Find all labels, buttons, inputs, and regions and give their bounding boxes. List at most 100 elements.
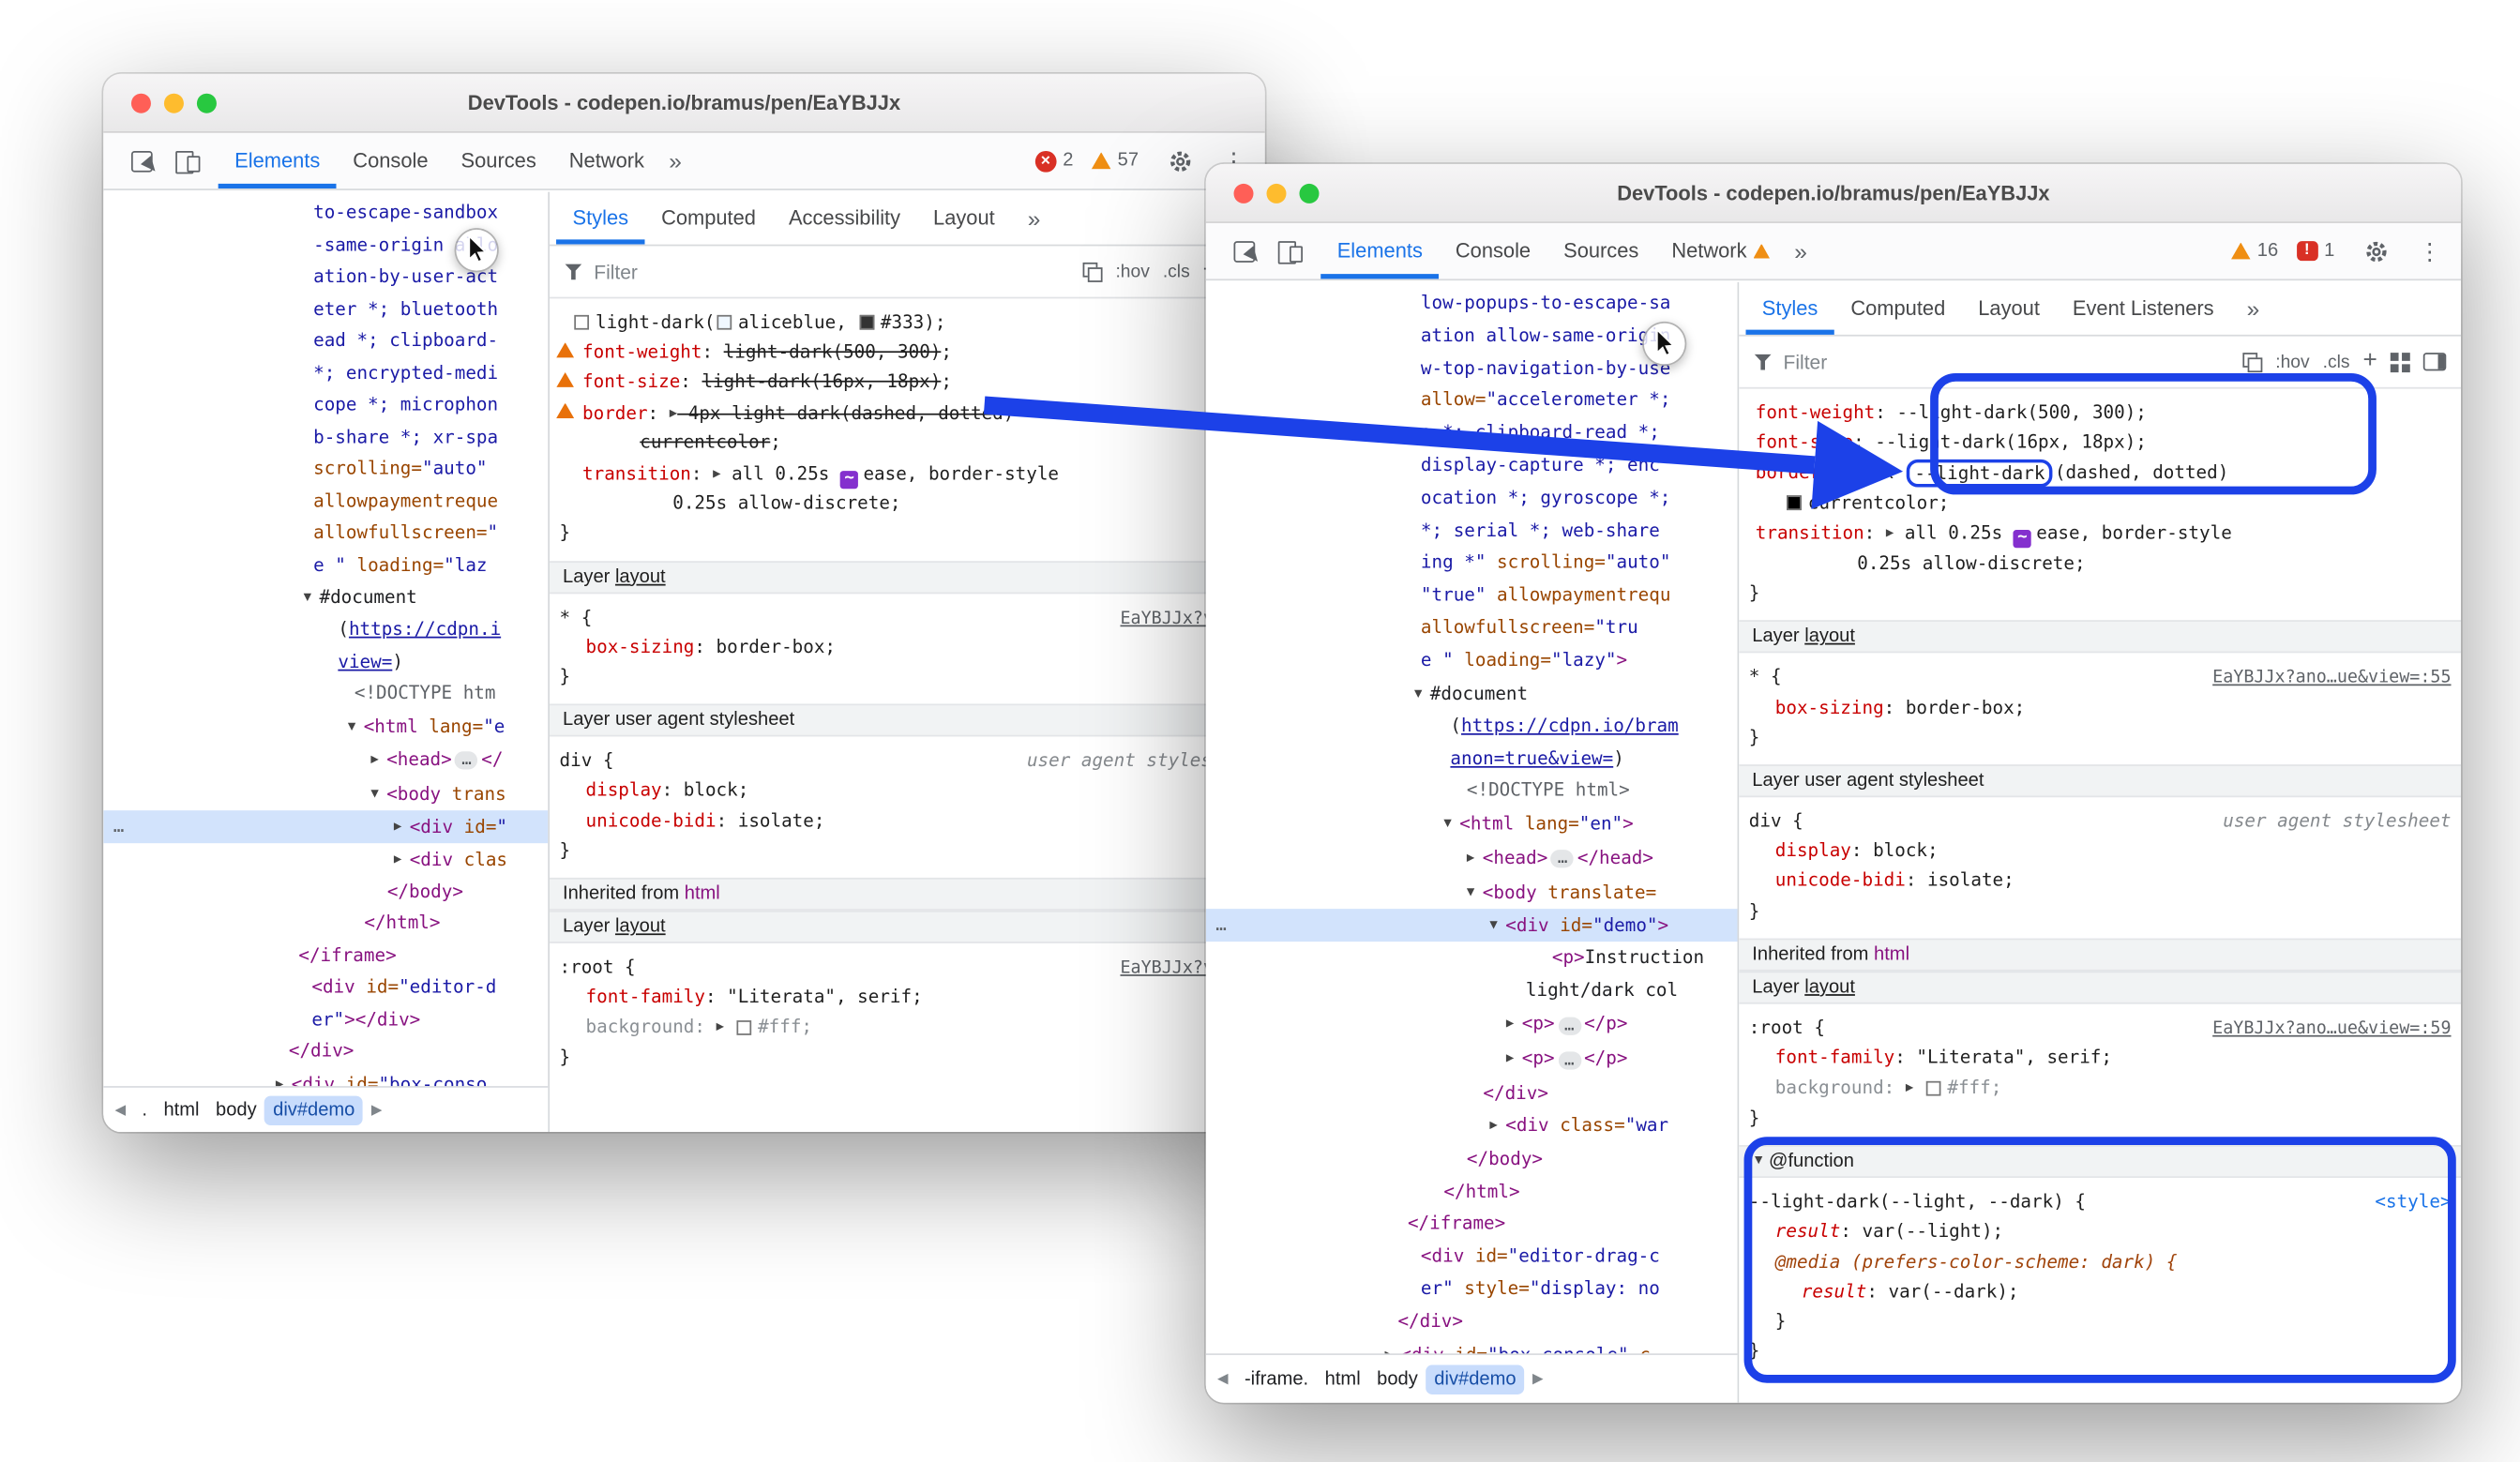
style-declaration[interactable]: }: [550, 1044, 1265, 1074]
style-declaration[interactable]: 0.25s allow-discrete;: [1739, 550, 2461, 580]
color-swatch[interactable]: [574, 315, 589, 330]
crumb-html[interactable]: html: [156, 1095, 208, 1124]
dom-node[interactable]: ▶ <div id="box-conso: [103, 1067, 548, 1086]
dom-node[interactable]: ▶ <div id="box-console" c: [1206, 1338, 1738, 1354]
style-declaration[interactable]: border: ▶ 4px --light-dark(dashed, dotte…: [1739, 459, 2461, 490]
bezier-editor-icon[interactable]: ~: [840, 470, 858, 488]
crumb-scroll-left-icon[interactable]: ◀: [107, 1101, 134, 1119]
dom-node[interactable]: a *; clipboard-read *;: [1206, 417, 1738, 450]
style-declaration[interactable]: @media (prefers-color-scheme: dark) {: [1739, 1247, 2461, 1277]
crumb--[interactable]: .: [134, 1095, 156, 1124]
tab-console[interactable]: Console: [1439, 223, 1547, 279]
dom-node[interactable]: ocation *; gyroscope *;: [1206, 482, 1738, 515]
dom-node[interactable]: ing *" scrolling="auto": [1206, 547, 1738, 580]
titlebar[interactable]: DevTools - codepen.io/bramus/pen/EaYBJJx: [1206, 164, 2461, 223]
close-button[interactable]: [1234, 183, 1254, 203]
tab-elements[interactable]: Elements: [219, 133, 337, 188]
tab-sources[interactable]: Sources: [1547, 223, 1655, 279]
style-declaration[interactable]: 0.25s allow-discrete;: [550, 490, 1265, 520]
ellipsis-badge[interactable]: …: [1558, 1017, 1581, 1034]
layer-link[interactable]: layout: [615, 917, 666, 937]
element-states-icon[interactable]: [1082, 262, 1102, 281]
crumb-scroll-right-icon[interactable]: ▶: [1524, 1370, 1551, 1388]
crumb-div-demo[interactable]: div#demo: [264, 1095, 363, 1124]
dock-side-icon[interactable]: [2423, 353, 2446, 370]
style-declaration[interactable]: }: [1739, 1104, 2461, 1134]
dom-node[interactable]: </html>: [1206, 1175, 1738, 1208]
new-style-rule-button[interactable]: +: [2362, 346, 2377, 374]
minimize-button[interactable]: [1266, 183, 1286, 203]
toggle-hover-button[interactable]: :hov: [1115, 262, 1149, 281]
dom-node[interactable]: </html>: [103, 907, 548, 939]
color-swatch[interactable]: [859, 315, 874, 330]
dom-node[interactable]: ▶ <head>…</: [103, 743, 548, 777]
style-declaration[interactable]: }: [550, 520, 1265, 550]
crumb-scroll-right-icon[interactable]: ▶: [363, 1101, 390, 1119]
style-declaration[interactable]: div {user agent stylesheet: [550, 746, 1265, 776]
dom-node[interactable]: "true" allowpaymentrequ: [1206, 580, 1738, 612]
zoom-button[interactable]: [197, 93, 217, 113]
device-toolbar-icon[interactable]: [175, 150, 200, 172]
dom-node[interactable]: e " loading="laz: [103, 549, 548, 580]
crumb-body[interactable]: body: [207, 1095, 264, 1124]
style-declaration[interactable]: div {user agent stylesheet: [1739, 807, 2461, 837]
style-declaration[interactable]: transition: ▶ all 0.25s ~ease, border-st…: [1739, 519, 2461, 550]
zoom-button[interactable]: [1299, 183, 1319, 203]
more-panels-icon[interactable]: »: [660, 147, 689, 173]
style-declaration[interactable]: font-size: --light-dark(16px, 18px);: [1739, 429, 2461, 459]
crumb-scroll-left-icon[interactable]: ◀: [1209, 1370, 1236, 1388]
dom-node[interactable]: ▶ <head>…</head>: [1206, 841, 1738, 876]
resource-link[interactable]: anon=true&view=: [1450, 747, 1613, 769]
dom-node[interactable]: </div>: [1206, 1078, 1738, 1110]
color-swatch[interactable]: [1787, 495, 1802, 510]
dom-node-selected[interactable]: …▼ <div id="demo">: [1206, 909, 1738, 942]
dom-node[interactable]: b-share *; xr-spa: [103, 421, 548, 453]
dom-node[interactable]: *; encrypted-medi: [103, 356, 548, 388]
dom-node[interactable]: ▶ <div class="war: [1206, 1109, 1738, 1143]
dom-node[interactable]: <div id="editor-drag-c: [1206, 1241, 1738, 1274]
dom-node[interactable]: </body>: [1206, 1143, 1738, 1176]
inspect-element-icon[interactable]: [131, 150, 153, 172]
dom-node[interactable]: ▼ <html lang="en">: [1206, 807, 1738, 841]
color-swatch[interactable]: [717, 315, 732, 330]
dom-node[interactable]: ▶ <p>…</p>: [1206, 1007, 1738, 1042]
filter-input[interactable]: Filter: [1784, 350, 1828, 372]
minimize-button[interactable]: [164, 93, 184, 113]
dom-node[interactable]: allow="accelerometer *;: [1206, 384, 1738, 417]
style-declaration[interactable]: box-sizing: border-box;: [1739, 693, 2461, 723]
dom-node[interactable]: ▶ <p>…</p>: [1206, 1042, 1738, 1077]
node-link[interactable]: html: [685, 884, 720, 904]
dom-node[interactable]: display-capture *; enc: [1206, 449, 1738, 482]
dom-node[interactable]: </iframe>: [103, 940, 548, 972]
dom-node[interactable]: anon=true&view=): [1206, 743, 1738, 776]
console-warning-badge[interactable]: 16: [2231, 241, 2278, 261]
dom-node[interactable]: <div id="editor-d: [103, 972, 548, 1003]
tab-computed[interactable]: Computed: [645, 192, 773, 245]
ellipsis-badge[interactable]: …: [1558, 1051, 1581, 1069]
style-declaration[interactable]: :root {EaYBJJx?view=: [550, 953, 1265, 983]
tab-elements[interactable]: Elements: [1320, 223, 1439, 279]
more-actions-icon[interactable]: …: [113, 809, 126, 841]
style-declaration[interactable]: }: [1739, 1307, 2461, 1337]
style-declaration[interactable]: border: ▶ 4px light-dark(dashed, dotted): [550, 398, 1265, 429]
crumb-div-demo[interactable]: div#demo: [1426, 1364, 1525, 1394]
dom-node[interactable]: </div>: [103, 1035, 548, 1067]
titlebar[interactable]: DevTools - codepen.io/bramus/pen/EaYBJJx: [103, 74, 1265, 133]
close-button[interactable]: [131, 93, 151, 113]
bezier-editor-icon[interactable]: ~: [2014, 531, 2031, 549]
dom-node[interactable]: er"></div>: [103, 1003, 548, 1035]
dom-node[interactable]: cope *; microphon: [103, 389, 548, 421]
style-declaration[interactable]: font-size: light-dark(16px, 18px);: [550, 369, 1265, 399]
toggle-class-button[interactable]: .cls: [2323, 352, 2350, 371]
style-declaration[interactable]: font-weight: --light-dark(500, 300);: [1739, 399, 2461, 429]
node-link[interactable]: html: [1874, 944, 1909, 964]
issues-badge[interactable]: ! 1: [2296, 241, 2334, 261]
tab-network[interactable]: Network: [1655, 223, 1787, 279]
style-declaration[interactable]: font-family: "Literata", serif;: [550, 983, 1265, 1013]
more-actions-icon[interactable]: …: [1215, 909, 1228, 942]
dom-node[interactable]: (https://cdpn.i: [103, 613, 548, 645]
dom-node[interactable]: ▶ <div clas: [103, 842, 548, 875]
style-declaration[interactable]: }: [1739, 580, 2461, 610]
style-declaration[interactable]: }: [1739, 897, 2461, 927]
resource-link[interactable]: https://cdpn.i: [349, 619, 501, 641]
